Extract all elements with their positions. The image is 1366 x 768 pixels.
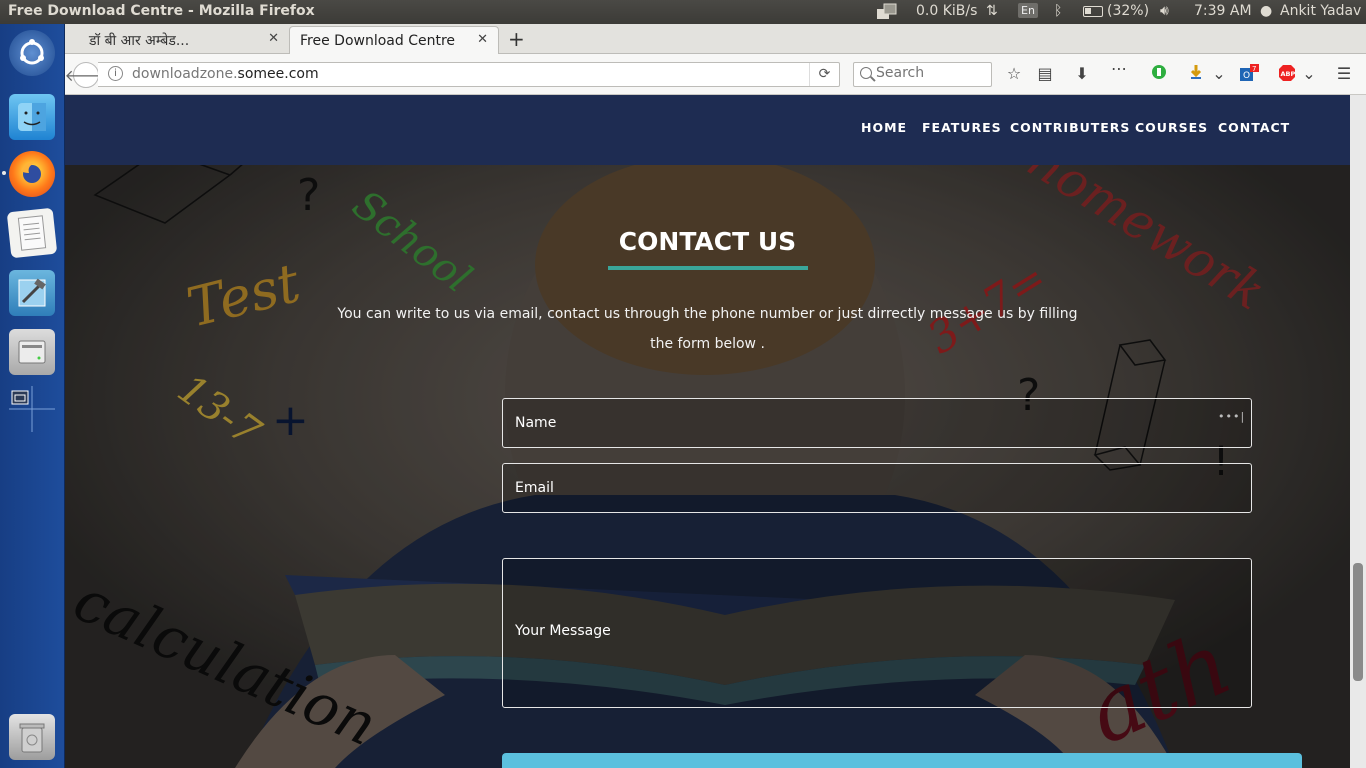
extension-download-icon[interactable] <box>1185 64 1207 84</box>
email-input[interactable] <box>502 463 1252 513</box>
site-navbar: HOME FEATURES CONTRIBUTERS COURSES CONTA… <box>65 95 1350 165</box>
nav-courses[interactable]: COURSES <box>1135 120 1208 135</box>
url-bar[interactable]: i downloadzone.somee.com ⟳ <box>98 62 840 87</box>
apple-menu-icon[interactable]: ● <box>1260 3 1272 19</box>
search-box[interactable] <box>853 62 992 87</box>
contact-title: CONTACT US <box>618 227 797 256</box>
hamburger-menu-icon[interactable]: ☰ <box>1333 64 1355 83</box>
back-button[interactable]: 🡐 <box>65 62 107 88</box>
bookmark-star-icon[interactable]: ☆ <box>1003 64 1025 83</box>
info-icon[interactable]: i <box>108 66 123 81</box>
submit-button[interactable] <box>502 753 1302 768</box>
message-textarea[interactable] <box>502 558 1252 708</box>
nav-contact[interactable]: CONTACT <box>1218 120 1290 135</box>
outlook-icon[interactable]: O7 <box>1238 64 1260 86</box>
overflow-icon[interactable]: ⋯ <box>1108 59 1130 78</box>
new-tab-icon[interactable]: + <box>508 27 525 51</box>
clock[interactable]: 7:39 AM <box>1194 3 1252 19</box>
close-icon[interactable]: ✕ <box>268 31 279 46</box>
user-name[interactable]: Ankit Yadav <box>1280 3 1361 19</box>
net-speed: 0.0 KiB/s <box>916 3 978 19</box>
volume-icon[interactable]: 🔊︎ <box>1160 3 1169 19</box>
search-input[interactable] <box>876 65 986 81</box>
chevron-down-icon[interactable]: ⌄ <box>1298 64 1320 83</box>
adblock-icon[interactable]: ABP <box>1276 64 1298 86</box>
tab-label: डॉ बी आर अम्बेड... <box>89 32 190 49</box>
launcher <box>0 24 65 768</box>
keyboard-layout[interactable]: En <box>1018 3 1038 18</box>
svg-text:ABP: ABP <box>1281 70 1296 78</box>
network-monitor-icon[interactable] <box>876 3 898 21</box>
disk-drive-icon[interactable] <box>9 329 55 375</box>
tab-free-download-centre[interactable]: Free Download Centre ✕ <box>289 26 499 54</box>
reading-list-icon[interactable]: ▤ <box>1034 64 1056 83</box>
search-icon <box>860 67 872 79</box>
tab-bar: डॉ बी आर अम्बेड... ✕ Free Download Centr… <box>65 24 1366 54</box>
firefox-icon[interactable] <box>9 151 55 197</box>
svg-text:7: 7 <box>1252 65 1256 73</box>
battery-icon[interactable]: (32%) <box>1083 3 1149 19</box>
system-top-panel: Free Download Centre - Mozilla Firefox 0… <box>0 0 1366 24</box>
password-manager-icon[interactable]: •••| <box>1218 410 1245 423</box>
window-title: Free Download Centre - Mozilla Firefox <box>8 3 315 19</box>
navigation-toolbar: 🡐 i downloadzone.somee.com ⟳ ☆ ▤ ⬇ ⋯ ⌄ O… <box>65 54 1366 95</box>
nav-contributers[interactable]: CONTRIBUTERS <box>1010 120 1130 135</box>
tab-label: Free Download Centre <box>300 32 456 49</box>
chevron-down-icon[interactable]: ⌄ <box>1208 64 1230 83</box>
text-editor-icon[interactable] <box>6 207 58 259</box>
network-arrows-icon[interactable]: ⇅ <box>986 3 998 19</box>
download-icon[interactable]: ⬇ <box>1071 64 1093 83</box>
xcode-icon[interactable] <box>9 270 55 316</box>
web-page: ? ? + ! School Test homework 3+7= 13-7 c… <box>65 95 1350 768</box>
battery-percent: (32%) <box>1107 3 1150 19</box>
nav-features[interactable]: FEATURES <box>922 120 1002 135</box>
contact-description: You can write to us via email, contact u… <box>337 306 1078 352</box>
tab-ambedkar[interactable]: डॉ बी आर अम्बेड... ✕ <box>67 26 289 54</box>
url-text: downloadzone.somee.com <box>132 66 319 82</box>
reload-icon[interactable]: ⟳ <box>809 63 839 86</box>
nav-home[interactable]: HOME <box>861 120 907 135</box>
trash-icon[interactable] <box>9 714 55 760</box>
svg-text:O: O <box>1243 71 1250 81</box>
extension-green-icon[interactable] <box>1148 64 1170 84</box>
name-input[interactable] <box>502 398 1252 448</box>
page-scrollbar[interactable] <box>1350 95 1366 768</box>
running-indicator <box>2 171 6 175</box>
title-underline <box>608 266 808 270</box>
bluetooth-icon[interactable]: ᛒ <box>1054 3 1062 19</box>
close-icon[interactable]: ✕ <box>477 32 488 47</box>
files-app-icon[interactable] <box>9 94 55 140</box>
ubuntu-dash-icon[interactable] <box>9 30 55 76</box>
scrollbar-thumb[interactable] <box>1353 563 1363 681</box>
workspace-switcher-icon[interactable] <box>9 386 55 432</box>
